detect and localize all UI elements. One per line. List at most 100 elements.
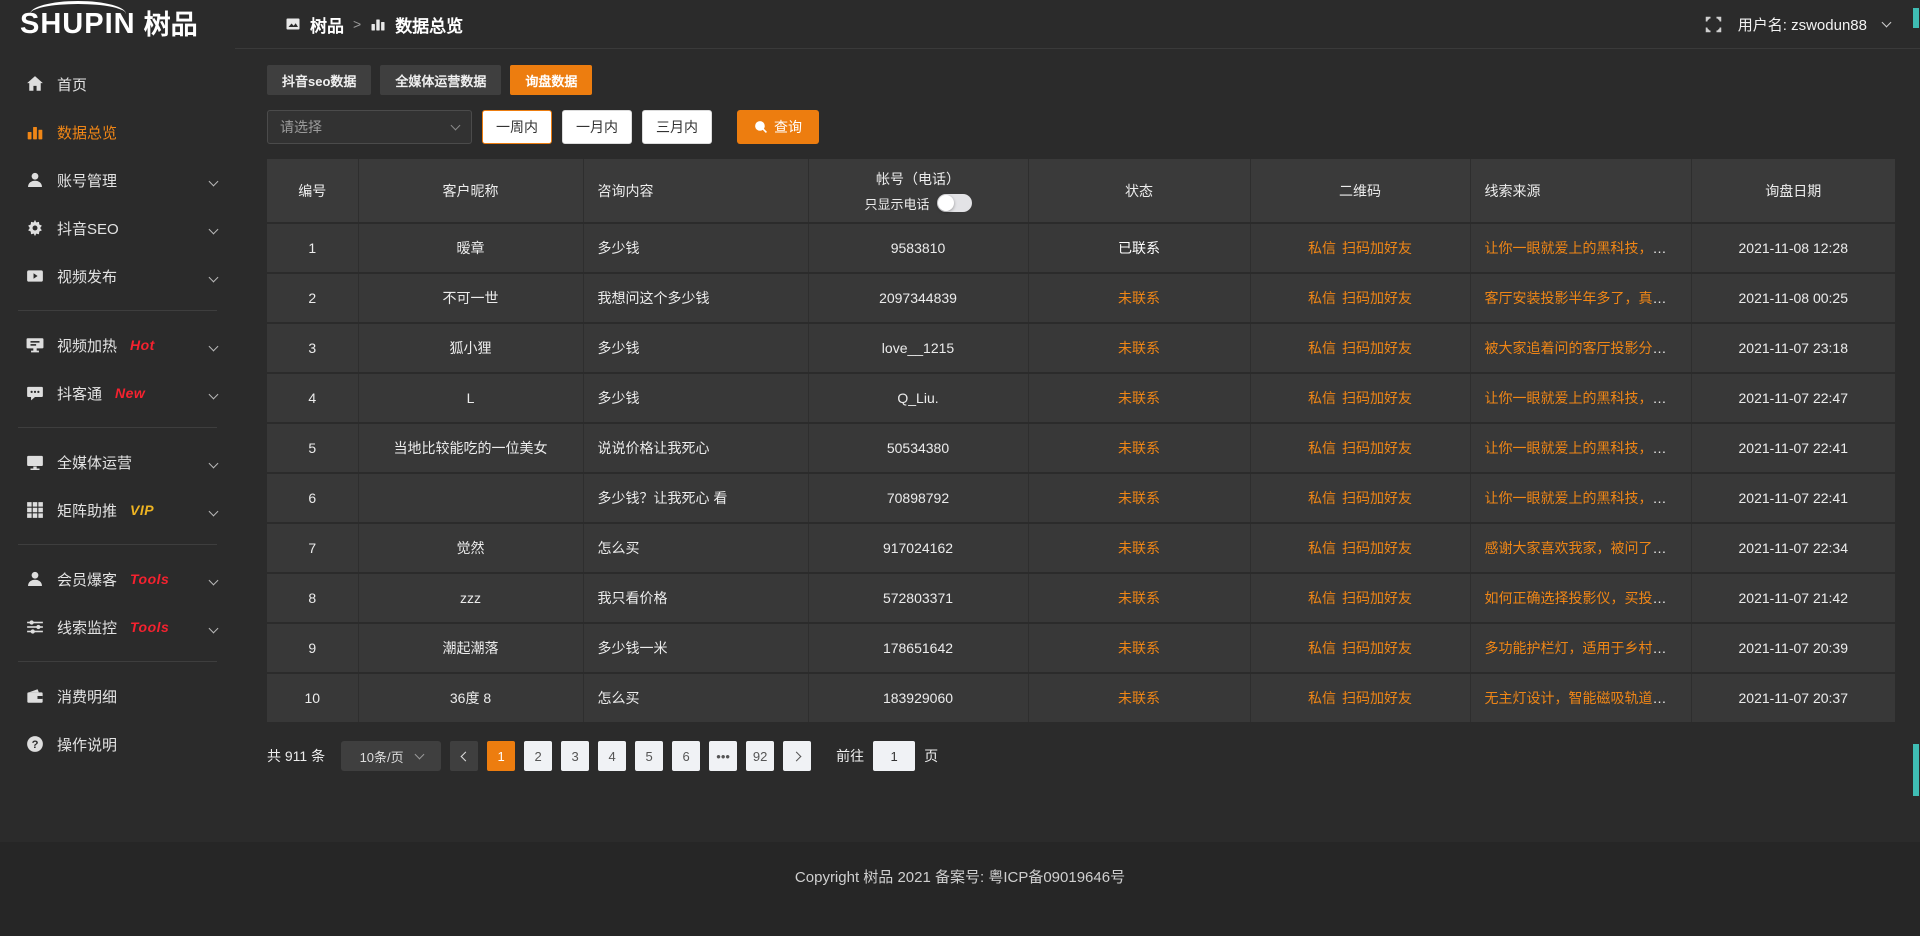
fullscreen-icon[interactable] (1705, 16, 1722, 33)
private-message-link[interactable]: 私信 (1308, 590, 1336, 606)
breadcrumb-home[interactable]: 树品 (310, 12, 344, 37)
sidebar-item-label: 矩阵助推 (57, 500, 117, 521)
page-size-select[interactable]: 10条/页 (341, 741, 441, 771)
scan-add-friend-link[interactable]: 扫码加好友 (1342, 340, 1412, 356)
chevron-down-icon[interactable] (1882, 18, 1892, 28)
lead-source-link[interactable]: 让你一眼就爱上的黑科技，能... (1485, 240, 1679, 256)
prev-page-button[interactable] (450, 741, 478, 771)
cell-date: 2021-11-07 21:42 (1691, 573, 1895, 623)
private-message-link[interactable]: 私信 (1308, 290, 1336, 306)
cell-status: 未联系 (1028, 623, 1250, 673)
page-button-2[interactable]: 2 (524, 741, 552, 771)
cell-nickname: 当地比较能吃的一位美女 (358, 423, 583, 473)
sidebar-divider (18, 544, 217, 545)
private-message-link[interactable]: 私信 (1308, 690, 1336, 706)
range-quarter-button[interactable]: 三月内 (642, 110, 712, 144)
phone-only-toggle[interactable] (937, 194, 972, 212)
sidebar-item-video-heat[interactable]: 视频加热 Hot (0, 321, 235, 369)
scan-add-friend-link[interactable]: 扫码加好友 (1342, 690, 1412, 706)
badge-hot: Hot (130, 337, 155, 353)
scan-add-friend-link[interactable]: 扫码加好友 (1342, 240, 1412, 256)
scan-add-friend-link[interactable]: 扫码加好友 (1342, 590, 1412, 606)
page-button-6[interactable]: 6 (672, 741, 700, 771)
sidebar-item-media-operation[interactable]: 全媒体运营 (0, 438, 235, 486)
sidebar-item-douyin-seo[interactable]: 抖音SEO (0, 204, 235, 252)
scan-add-friend-link[interactable]: 扫码加好友 (1342, 290, 1412, 306)
page-button-4[interactable]: 4 (598, 741, 626, 771)
scan-add-friend-link[interactable]: 扫码加好友 (1342, 490, 1412, 506)
page-button-92[interactable]: 92 (746, 741, 774, 771)
next-page-button[interactable] (783, 741, 811, 771)
scan-add-friend-link[interactable]: 扫码加好友 (1342, 540, 1412, 556)
sidebar-item-consume-detail[interactable]: 消费明细 (0, 672, 235, 720)
cell-qrcode: 私信扫码加好友 (1250, 323, 1470, 373)
private-message-link[interactable]: 私信 (1308, 540, 1336, 556)
sidebar-item-data-overview[interactable]: 数据总览 (0, 108, 235, 156)
lead-source-link[interactable]: 无主灯设计，智能磁吸轨道灯... (1485, 690, 1679, 706)
sidebar-item-doukotong[interactable]: 抖客通New (0, 369, 235, 417)
scan-add-friend-link[interactable]: 扫码加好友 (1342, 640, 1412, 656)
private-message-link[interactable]: 私信 (1308, 640, 1336, 656)
inquiry-table-wrap: 编号 客户昵称 咨询内容 帐号（电话） 只显示电话 状态 二维码 线索来源 (267, 159, 1895, 724)
private-message-link[interactable]: 私信 (1308, 340, 1336, 356)
cell-nickname (358, 473, 583, 523)
page-button-3[interactable]: 3 (561, 741, 589, 771)
goto-page-input[interactable] (873, 741, 915, 771)
username[interactable]: 用户名: zswodun88 (1738, 14, 1867, 35)
private-message-link[interactable]: 私信 (1308, 440, 1336, 456)
sidebar-item-matrix-boost[interactable]: 矩阵助推VIP (0, 486, 235, 534)
lead-source-link[interactable]: 让你一眼就爱上的黑科技，能... (1485, 490, 1679, 506)
badge-tools: Tools (130, 619, 169, 635)
page-button-1[interactable]: 1 (487, 741, 515, 771)
sidebar-item-label: 抖音SEO (57, 218, 119, 239)
lead-source-link[interactable]: 让你一眼就爱上的黑科技，能... (1485, 440, 1679, 456)
lead-source-link[interactable]: 被大家追着问的客厅投影分享... (1485, 340, 1679, 356)
cell-account: 50534380 (808, 423, 1028, 473)
private-message-link[interactable]: 私信 (1308, 390, 1336, 406)
sidebar-item-video-publish[interactable]: 视频发布 (0, 252, 235, 300)
help-icon: ? (26, 735, 44, 753)
sidebar-item-label: 首页 (57, 74, 87, 95)
sidebar-item-account-manage[interactable]: 账号管理 (0, 156, 235, 204)
chart-icon (26, 123, 44, 141)
lead-source-link[interactable]: 让你一眼就爱上的黑科技，能... (1485, 390, 1679, 406)
scrollbar-track[interactable] (1912, 0, 1920, 936)
sidebar-item-operation-guide[interactable]: ?操作说明 (0, 720, 235, 768)
lead-source-link[interactable]: 感谢大家喜欢我家，被问了好... (1485, 540, 1679, 556)
range-month-button[interactable]: 一月内 (562, 110, 632, 144)
goto-label: 前往 (836, 746, 864, 766)
tab-inquiry-data[interactable]: 询盘数据 (510, 65, 592, 95)
account-select[interactable]: 请选择 (267, 110, 472, 144)
status-badge: 未联系 (1118, 290, 1160, 306)
cell-source: 如何正确选择投影仪，买投影... (1470, 573, 1691, 623)
breadcrumb: 树品 > 数据总览 (285, 12, 463, 37)
private-message-link[interactable]: 私信 (1308, 490, 1336, 506)
tab-douyin-seo-data[interactable]: 抖音seo数据 (267, 65, 371, 95)
search-button[interactable]: 查询 (737, 110, 819, 144)
lead-source-link[interactable]: 如何正确选择投影仪，买投影... (1485, 590, 1679, 606)
sidebar-item-home[interactable]: 首页 (0, 60, 235, 108)
pager-ellipsis[interactable]: ••• (709, 741, 737, 771)
range-week-button[interactable]: 一周内 (482, 110, 552, 144)
logo-text: SHUPIN (20, 10, 136, 39)
lead-source-link[interactable]: 客厅安装投影半年多了，真实... (1485, 290, 1679, 306)
cell-source: 感谢大家喜欢我家，被问了好... (1470, 523, 1691, 573)
cell-source: 让你一眼就爱上的黑科技，能... (1470, 473, 1691, 523)
page-button-5[interactable]: 5 (635, 741, 663, 771)
sidebar-item-label: 视频加热 (57, 335, 117, 356)
cell-date: 2021-11-07 22:47 (1691, 373, 1895, 423)
private-message-link[interactable]: 私信 (1308, 240, 1336, 256)
scrollbar-thumb[interactable] (1913, 8, 1919, 28)
sidebar-divider (18, 310, 217, 311)
col-date: 询盘日期 (1691, 159, 1895, 223)
sidebar-item-lead-monitor[interactable]: 线索监控Tools (0, 603, 235, 651)
table-row: 9潮起潮落多少钱一米178651642未联系私信扫码加好友多功能护栏灯，适用于乡… (267, 623, 1895, 673)
scan-add-friend-link[interactable]: 扫码加好友 (1342, 440, 1412, 456)
sidebar-item-member-burst[interactable]: 会员爆客Tools (0, 555, 235, 603)
chevron-down-icon (210, 268, 217, 285)
lead-source-link[interactable]: 多功能护栏灯，适用于乡村文... (1485, 640, 1679, 656)
cell-content: 我只看价格 (583, 573, 808, 623)
scan-add-friend-link[interactable]: 扫码加好友 (1342, 390, 1412, 406)
total-count: 共 911 条 (267, 746, 325, 766)
tab-media-operation-data[interactable]: 全媒体运营数据 (380, 65, 501, 95)
